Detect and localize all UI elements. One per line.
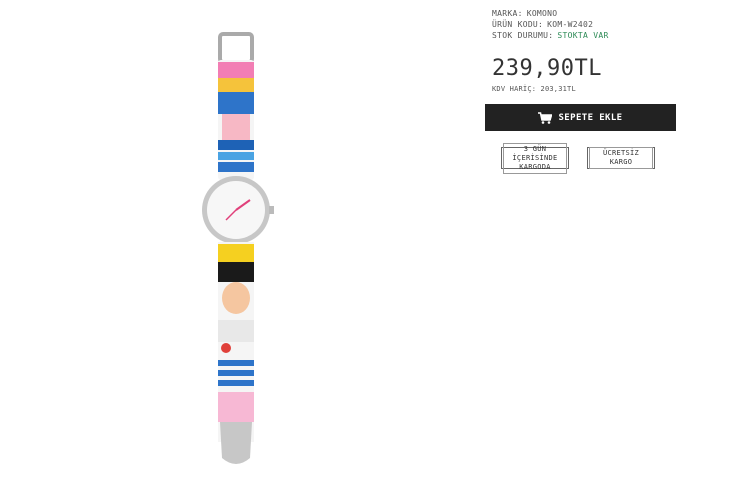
brand-label: MARKA:	[492, 9, 523, 18]
shipping-badge-line1: 3 GÜN İÇERİSİNDE	[512, 144, 558, 162]
product-code-value: KOM-W2402	[547, 20, 594, 29]
free-shipping-badge: ÜCRETSİZ KARGO	[587, 147, 655, 169]
stock-status: STOKTA VAR	[557, 31, 609, 40]
brand-row: MARKA: KOMONO	[492, 8, 609, 19]
product-image-watch	[190, 30, 290, 470]
shipping-badge-line2: KARGODA	[519, 162, 551, 171]
product-code-row: ÜRÜN KODU: KOM-W2402	[492, 19, 609, 30]
product-meta: MARKA: KOMONO ÜRÜN KODU: KOM-W2402 STOK DU…	[492, 8, 609, 41]
add-to-cart-button[interactable]: SEPETE EKLE	[485, 104, 676, 131]
product-code-label: ÜRÜN KODU:	[492, 20, 544, 29]
shipping-time-badge: 3 GÜN İÇERİSİNDE KARGODA	[501, 142, 569, 174]
price-excl-vat: KDV HARİÇ: 203,31TL	[492, 85, 576, 93]
brand-value: KOMONO	[526, 9, 558, 18]
shopping-cart-icon	[538, 111, 553, 124]
free-shipping-label: ÜCRETSİZ KARGO	[589, 147, 653, 169]
product-price: 239,90TL	[492, 56, 602, 81]
stock-label: STOK DURUMU:	[492, 31, 554, 40]
add-to-cart-label: SEPETE EKLE	[558, 112, 623, 123]
stock-row: STOK DURUMU: STOKTA VAR	[492, 30, 609, 41]
